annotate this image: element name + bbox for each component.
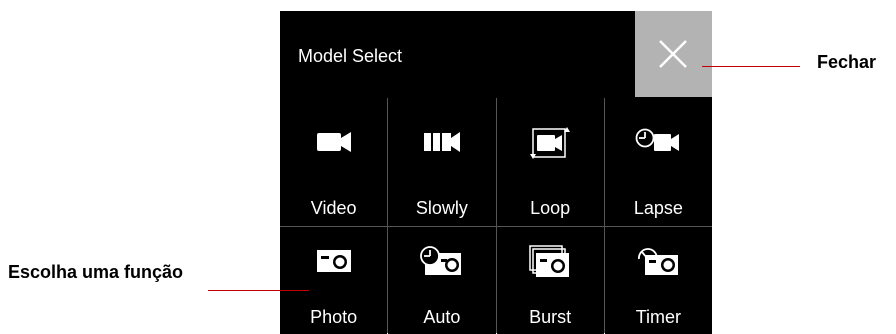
mode-burst-tile[interactable]: Burst [496, 227, 604, 334]
auto-photo-icon [419, 246, 461, 275]
mode-auto-tile[interactable]: Auto [388, 227, 496, 334]
mode-grid: Video Slowly Loop Lapse Photo Auto Burst… [280, 98, 712, 334]
close-button[interactable] [635, 11, 712, 97]
mode-auto-label: Auto [423, 307, 461, 327]
mode-slowly-label: Slowly [415, 198, 468, 218]
slow-motion-icon [423, 132, 460, 152]
loop-recording-icon [530, 127, 571, 159]
mode-video-tile[interactable]: Video [280, 98, 388, 226]
time-lapse-icon [635, 128, 680, 151]
mode-select-panel: Model Select Video Slowly Loop Lapse Pho… [280, 11, 712, 334]
mode-burst-label: Burst [529, 307, 572, 327]
mode-photo-label: Photo [310, 307, 358, 327]
mode-loop-tile[interactable]: Loop [496, 98, 604, 226]
mode-lapse-tile[interactable]: Lapse [604, 98, 712, 226]
choose-function-annotation-line [208, 290, 309, 291]
mode-slowly-tile[interactable]: Slowly [388, 98, 496, 226]
mode-video-label: Video [310, 198, 357, 218]
photo-camera-icon [316, 250, 351, 272]
mode-loop-label: Loop [530, 198, 571, 218]
choose-function-annotation-label: Escolha uma função [8, 262, 184, 282]
close-icon [659, 40, 687, 68]
panel-title: Model Select [298, 46, 403, 66]
mode-timer-tile[interactable]: Timer [604, 227, 712, 334]
mode-lapse-label: Lapse [633, 198, 683, 218]
self-timer-icon [638, 248, 679, 275]
burst-photo-icon [529, 245, 570, 277]
video-camera-icon [316, 132, 351, 152]
mode-timer-label: Timer [635, 307, 682, 327]
panel-header: Model Select [280, 11, 712, 97]
mode-photo-tile[interactable]: Photo [280, 227, 388, 334]
close-annotation-label: Fechar [817, 52, 877, 72]
close-annotation-line [702, 66, 800, 67]
